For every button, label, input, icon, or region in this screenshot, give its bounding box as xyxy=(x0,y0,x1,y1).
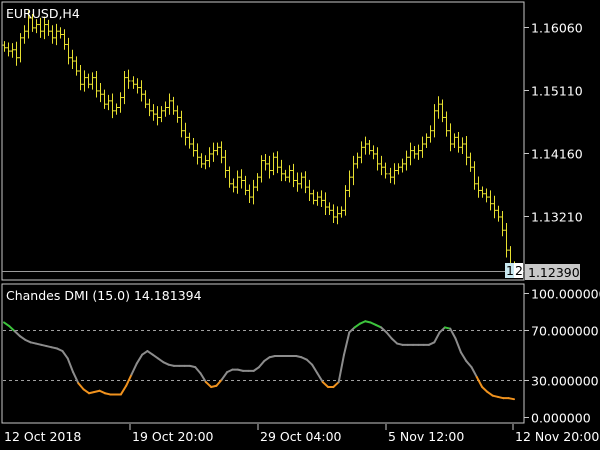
indicator-tick-label: 30.000000 xyxy=(531,374,599,389)
symbol-label: EURUSD,H4 xyxy=(6,6,80,21)
time-label-2: 29 Oct 04:00 xyxy=(260,429,342,444)
price-tick-label: 1.15110 xyxy=(531,84,583,99)
time-label-4: 12 Nov 20:00 xyxy=(515,429,599,444)
background xyxy=(0,0,600,450)
current-bar-tags: 1 2 xyxy=(505,263,523,278)
current-price-box: 1.12390 xyxy=(525,264,580,280)
price-tick-label: 1.13210 xyxy=(531,210,583,225)
dmi-segment xyxy=(507,397,515,401)
indicator-tick-label: 0.000000 xyxy=(531,411,591,426)
current-bar-tag-2: 2 xyxy=(515,263,523,278)
current-price-label: 1.12390 xyxy=(528,265,580,280)
price-tick-label: 1.14160 xyxy=(531,147,583,162)
chart-canvas: EURUSD,H4 1.16060 1.15110 1.14160 1.13210 1… xyxy=(0,0,600,450)
price-tick-label: 1.16060 xyxy=(531,21,583,36)
indicator-tick-label: 100.000000 xyxy=(531,287,600,302)
current-bar-tag-1: 1 xyxy=(506,263,514,278)
indicator-tick-label: 70.000000 xyxy=(531,324,599,339)
indicator-title: Chandes DMI (15.0) 14.181394 xyxy=(6,288,202,303)
time-label-1: 19 Oct 20:00 xyxy=(132,429,214,444)
time-label-3: 5 Nov 12:00 xyxy=(388,429,464,444)
time-label-0: 12 Oct 2018 xyxy=(4,429,81,444)
